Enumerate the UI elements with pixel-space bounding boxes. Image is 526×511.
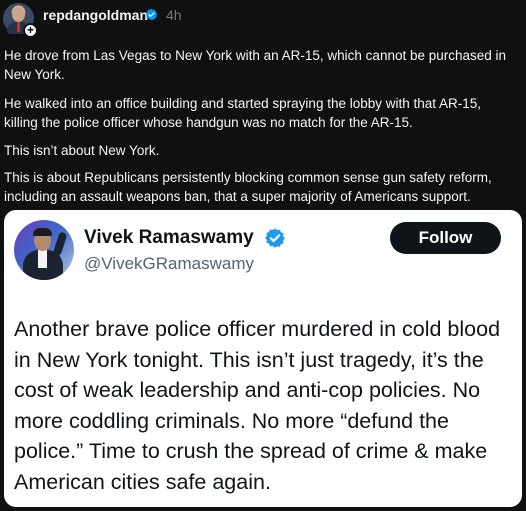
post-time: 4h <box>166 7 182 23</box>
embedded-tweet-card[interactable]: Vivek Ramaswamy @VivekGRamaswamy Follow … <box>4 210 522 507</box>
verified-check-icon <box>265 228 285 248</box>
avatar-tie <box>17 22 20 32</box>
verified-badge-icon <box>145 8 158 21</box>
tweet-author-avatar[interactable] <box>14 220 74 280</box>
tweet-author-name[interactable]: Vivek Ramaswamy <box>84 227 254 249</box>
tweet-author-handle[interactable]: @VivekGRamaswamy <box>84 254 254 274</box>
author-avatar[interactable]: + <box>3 3 38 38</box>
post-paragraph-2: He walked into an office building and st… <box>4 96 482 130</box>
post-paragraph-4: This is about Republicans persistently b… <box>4 170 492 204</box>
post-paragraph-3: This isn’t about New York. <box>4 143 160 158</box>
avatar-hair <box>33 228 52 236</box>
author-username[interactable]: repdangoldman <box>43 7 148 23</box>
avatar-collar <box>38 250 47 268</box>
avatar-face <box>12 7 25 22</box>
follow-button[interactable]: Follow <box>390 222 501 254</box>
post-paragraph-1: He drove from Las Vegas to New York with… <box>4 48 507 82</box>
follow-plus-icon[interactable]: + <box>23 23 38 38</box>
tweet-body-text: Another brave police officer murdered in… <box>14 317 501 494</box>
